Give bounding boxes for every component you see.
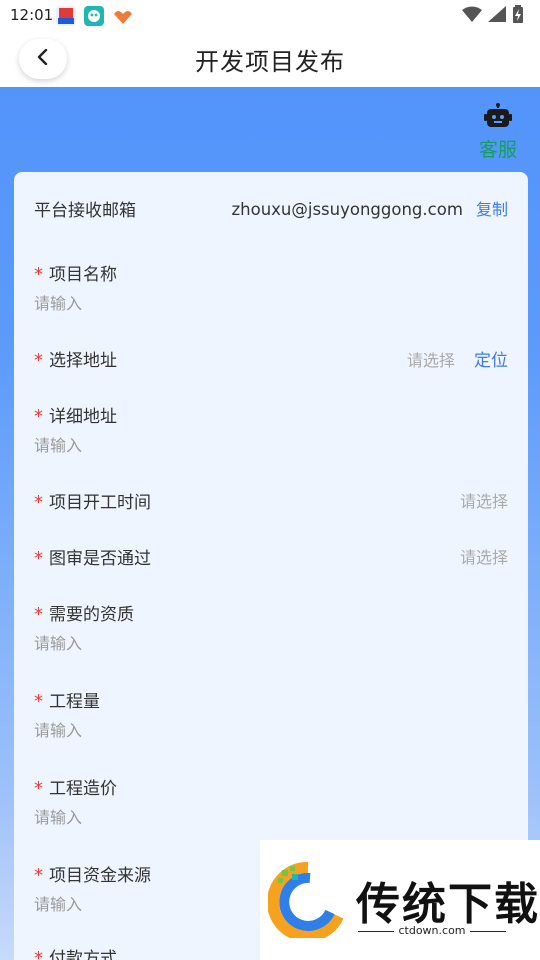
address-field: * 选择地址 请选择 定位 xyxy=(34,346,508,371)
watermark-logo-icon xyxy=(267,861,348,942)
start-time-picker[interactable]: 请选择 xyxy=(460,488,508,512)
field-label-text: 选择地址 xyxy=(49,351,117,371)
watermark-site: ctdown.com xyxy=(352,924,512,937)
app-header: 开发项目发布 xyxy=(0,32,540,87)
field-label-text: 详细地址 xyxy=(49,407,117,427)
customer-service-button[interactable]: 客服 xyxy=(470,103,526,161)
customer-service-label: 客服 xyxy=(478,139,517,161)
field-label: * 项目资金来源 xyxy=(34,861,151,886)
project-name-field[interactable]: * 项目名称 请输入 xyxy=(34,260,508,314)
start-time-field[interactable]: * 项目开工时间 请选择 xyxy=(34,488,508,513)
required-mark: * xyxy=(34,865,43,886)
field-label: * 项目名称 xyxy=(34,260,117,285)
required-mark: * xyxy=(34,350,43,371)
detail-address-input[interactable]: 请输入 xyxy=(34,432,82,456)
required-mark: * xyxy=(34,778,43,799)
app-notification-icon xyxy=(112,6,132,26)
status-time: 12:01 xyxy=(10,6,54,24)
quantity-input[interactable]: 请输入 xyxy=(34,717,82,741)
app-notification-icon xyxy=(56,6,76,26)
required-mark: * xyxy=(34,604,43,625)
field-label: * 详细地址 xyxy=(34,402,117,427)
field-label: * 需要的资质 xyxy=(34,600,134,625)
fund-source-input[interactable]: 请输入 xyxy=(34,891,82,915)
field-label-text: 付款方式 xyxy=(49,949,117,960)
status-icons xyxy=(462,5,524,27)
email-label: 平台接收邮箱 xyxy=(34,201,136,221)
field-label-text: 图审是否通过 xyxy=(49,549,151,569)
address-picker[interactable]: 请选择 xyxy=(407,351,455,370)
required-mark: * xyxy=(34,264,43,285)
battery-icon xyxy=(512,5,524,27)
field-label: * 付款方式 xyxy=(34,944,117,960)
locate-button[interactable]: 定位 xyxy=(474,351,508,371)
field-label: * 工程量 xyxy=(34,687,100,712)
required-mark: * xyxy=(34,548,43,569)
field-label-text: 项目名称 xyxy=(49,265,117,285)
required-mark: * xyxy=(34,492,43,513)
watermark-brand: 传统下载 xyxy=(356,879,540,930)
email-value-group: zhouxu@jssuyonggong.com 复制 xyxy=(231,196,508,220)
field-label-text: 项目资金来源 xyxy=(49,866,151,886)
drawing-review-field[interactable]: * 图审是否通过 请选择 xyxy=(34,544,508,569)
address-picker-group: 请选择 定位 xyxy=(407,346,508,371)
signal-icon xyxy=(488,6,506,26)
field-label: * 工程造价 xyxy=(34,774,117,799)
field-label-text: 需要的资质 xyxy=(49,605,134,625)
email-row: 平台接收邮箱 zhouxu@jssuyonggong.com 复制 xyxy=(34,196,508,221)
cost-input[interactable]: 请输入 xyxy=(34,804,82,828)
field-label-text: 工程量 xyxy=(49,692,100,712)
field-label: * 项目开工时间 xyxy=(34,488,151,513)
field-label-text: 工程造价 xyxy=(49,779,117,799)
status-bar: 12:01 xyxy=(0,0,540,32)
detail-address-field[interactable]: * 详细地址 请输入 xyxy=(34,402,508,456)
page-title: 开发项目发布 xyxy=(195,48,345,76)
app-notification-icon xyxy=(84,6,104,26)
email-value: zhouxu@jssuyonggong.com xyxy=(231,200,463,219)
watermark: 传统下载 ctdown.com xyxy=(260,840,540,960)
robot-icon xyxy=(483,103,513,133)
wifi-icon xyxy=(462,6,482,26)
required-mark: * xyxy=(34,406,43,427)
drawing-review-picker[interactable]: 请选择 xyxy=(460,544,508,568)
field-label-text: 项目开工时间 xyxy=(49,493,151,513)
copy-button[interactable]: 复制 xyxy=(476,200,508,219)
qualification-input[interactable]: 请输入 xyxy=(34,630,82,654)
required-mark: * xyxy=(34,691,43,712)
cost-field[interactable]: * 工程造价 请输入 xyxy=(34,774,508,828)
required-mark: * xyxy=(34,948,43,960)
field-label: * 图审是否通过 xyxy=(34,544,151,569)
project-name-input[interactable]: 请输入 xyxy=(34,290,82,314)
quantity-field[interactable]: * 工程量 请输入 xyxy=(34,687,508,741)
field-label: * 选择地址 xyxy=(34,346,117,371)
qualification-field[interactable]: * 需要的资质 请输入 xyxy=(34,600,508,654)
